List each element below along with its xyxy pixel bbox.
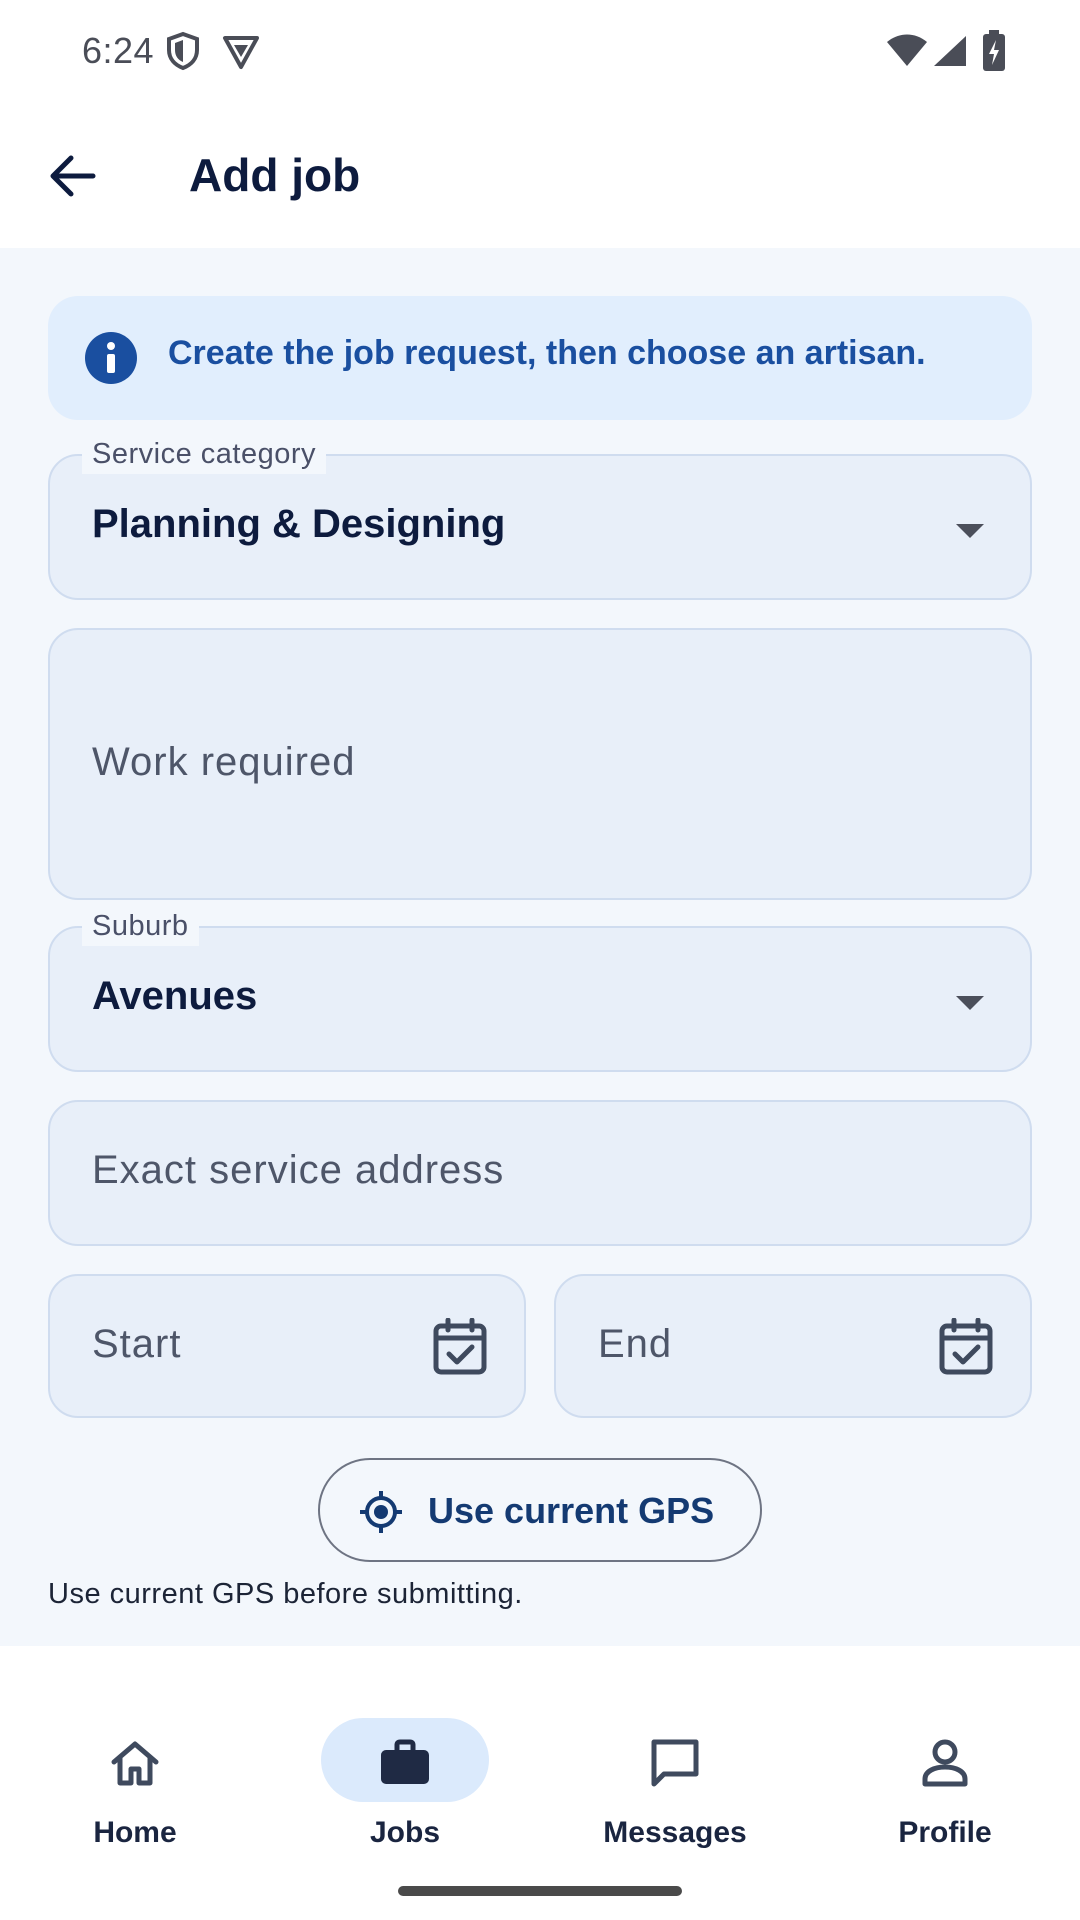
work-required-input[interactable]: Work required: [48, 628, 1032, 900]
dropdown-arrow-icon: [956, 524, 984, 538]
nav-item-profile[interactable]: Profile: [810, 1682, 1080, 1849]
info-banner: Create the job request, then choose an a…: [48, 296, 1032, 420]
status-time: 6:24: [82, 30, 155, 71]
shield-icon: [166, 31, 200, 76]
battery-charging-icon: [982, 30, 1006, 77]
screen: 6:24 Add job Create the job request, the…: [0, 0, 1080, 1920]
page-title: Add job: [189, 149, 361, 201]
status-bar: 6:24: [0, 0, 1080, 104]
use-gps-button[interactable]: Use current GPS: [318, 1458, 762, 1562]
service-category-value: Planning & Designing: [92, 502, 506, 546]
use-gps-label: Use current GPS: [428, 1490, 715, 1531]
service-category-dropdown[interactable]: Service category Planning & Designing: [48, 434, 1032, 600]
bottom-navigation: Home Jobs Messages Profile: [0, 1646, 1080, 1920]
wifi-icon: [886, 34, 928, 73]
nav-label-home: Home: [93, 1816, 177, 1849]
end-date-field[interactable]: End: [554, 1274, 1032, 1418]
nav-item-jobs[interactable]: Jobs: [270, 1682, 540, 1849]
nav-item-home[interactable]: Home: [0, 1682, 270, 1849]
home-icon: [111, 1741, 159, 1786]
person-icon: [922, 1739, 968, 1787]
nav-label-jobs: Jobs: [369, 1816, 441, 1849]
arrow-back-icon: [50, 155, 96, 197]
info-icon: [85, 332, 137, 384]
gps-location-icon: [360, 1491, 402, 1533]
service-category-label: Service category: [82, 434, 326, 474]
chat-icon: [651, 1739, 699, 1787]
gps-hint-text: Use current GPS before submitting.: [48, 1578, 523, 1610]
form-content: Create the job request, then choose an a…: [0, 248, 1080, 1646]
briefcase-icon: [381, 1739, 429, 1784]
suburb-label: Suburb: [82, 906, 199, 946]
suburb-value: Avenues: [92, 974, 258, 1018]
cellular-signal-icon: [932, 34, 968, 73]
work-required-placeholder: Work required: [92, 740, 356, 784]
info-banner-text: Create the job request, then choose an a…: [168, 334, 926, 372]
start-date-field[interactable]: Start: [48, 1274, 526, 1418]
nav-label-profile: Profile: [898, 1816, 992, 1849]
home-indicator[interactable]: [398, 1886, 682, 1896]
nav-label-messages: Messages: [603, 1816, 747, 1849]
calendar-check-icon[interactable]: [432, 1318, 488, 1376]
vpn-shield-icon: [222, 34, 260, 75]
start-placeholder: Start: [92, 1322, 182, 1366]
address-input[interactable]: Exact service address: [48, 1100, 1032, 1246]
end-placeholder: End: [598, 1322, 673, 1366]
calendar-check-icon[interactable]: [938, 1318, 994, 1376]
dropdown-arrow-icon: [956, 996, 984, 1010]
suburb-dropdown[interactable]: Suburb Avenues: [48, 906, 1032, 1072]
nav-item-messages[interactable]: Messages: [540, 1682, 810, 1849]
app-bar: Add job: [0, 104, 1080, 248]
back-button[interactable]: [28, 134, 118, 218]
address-placeholder: Exact service address: [92, 1148, 505, 1192]
